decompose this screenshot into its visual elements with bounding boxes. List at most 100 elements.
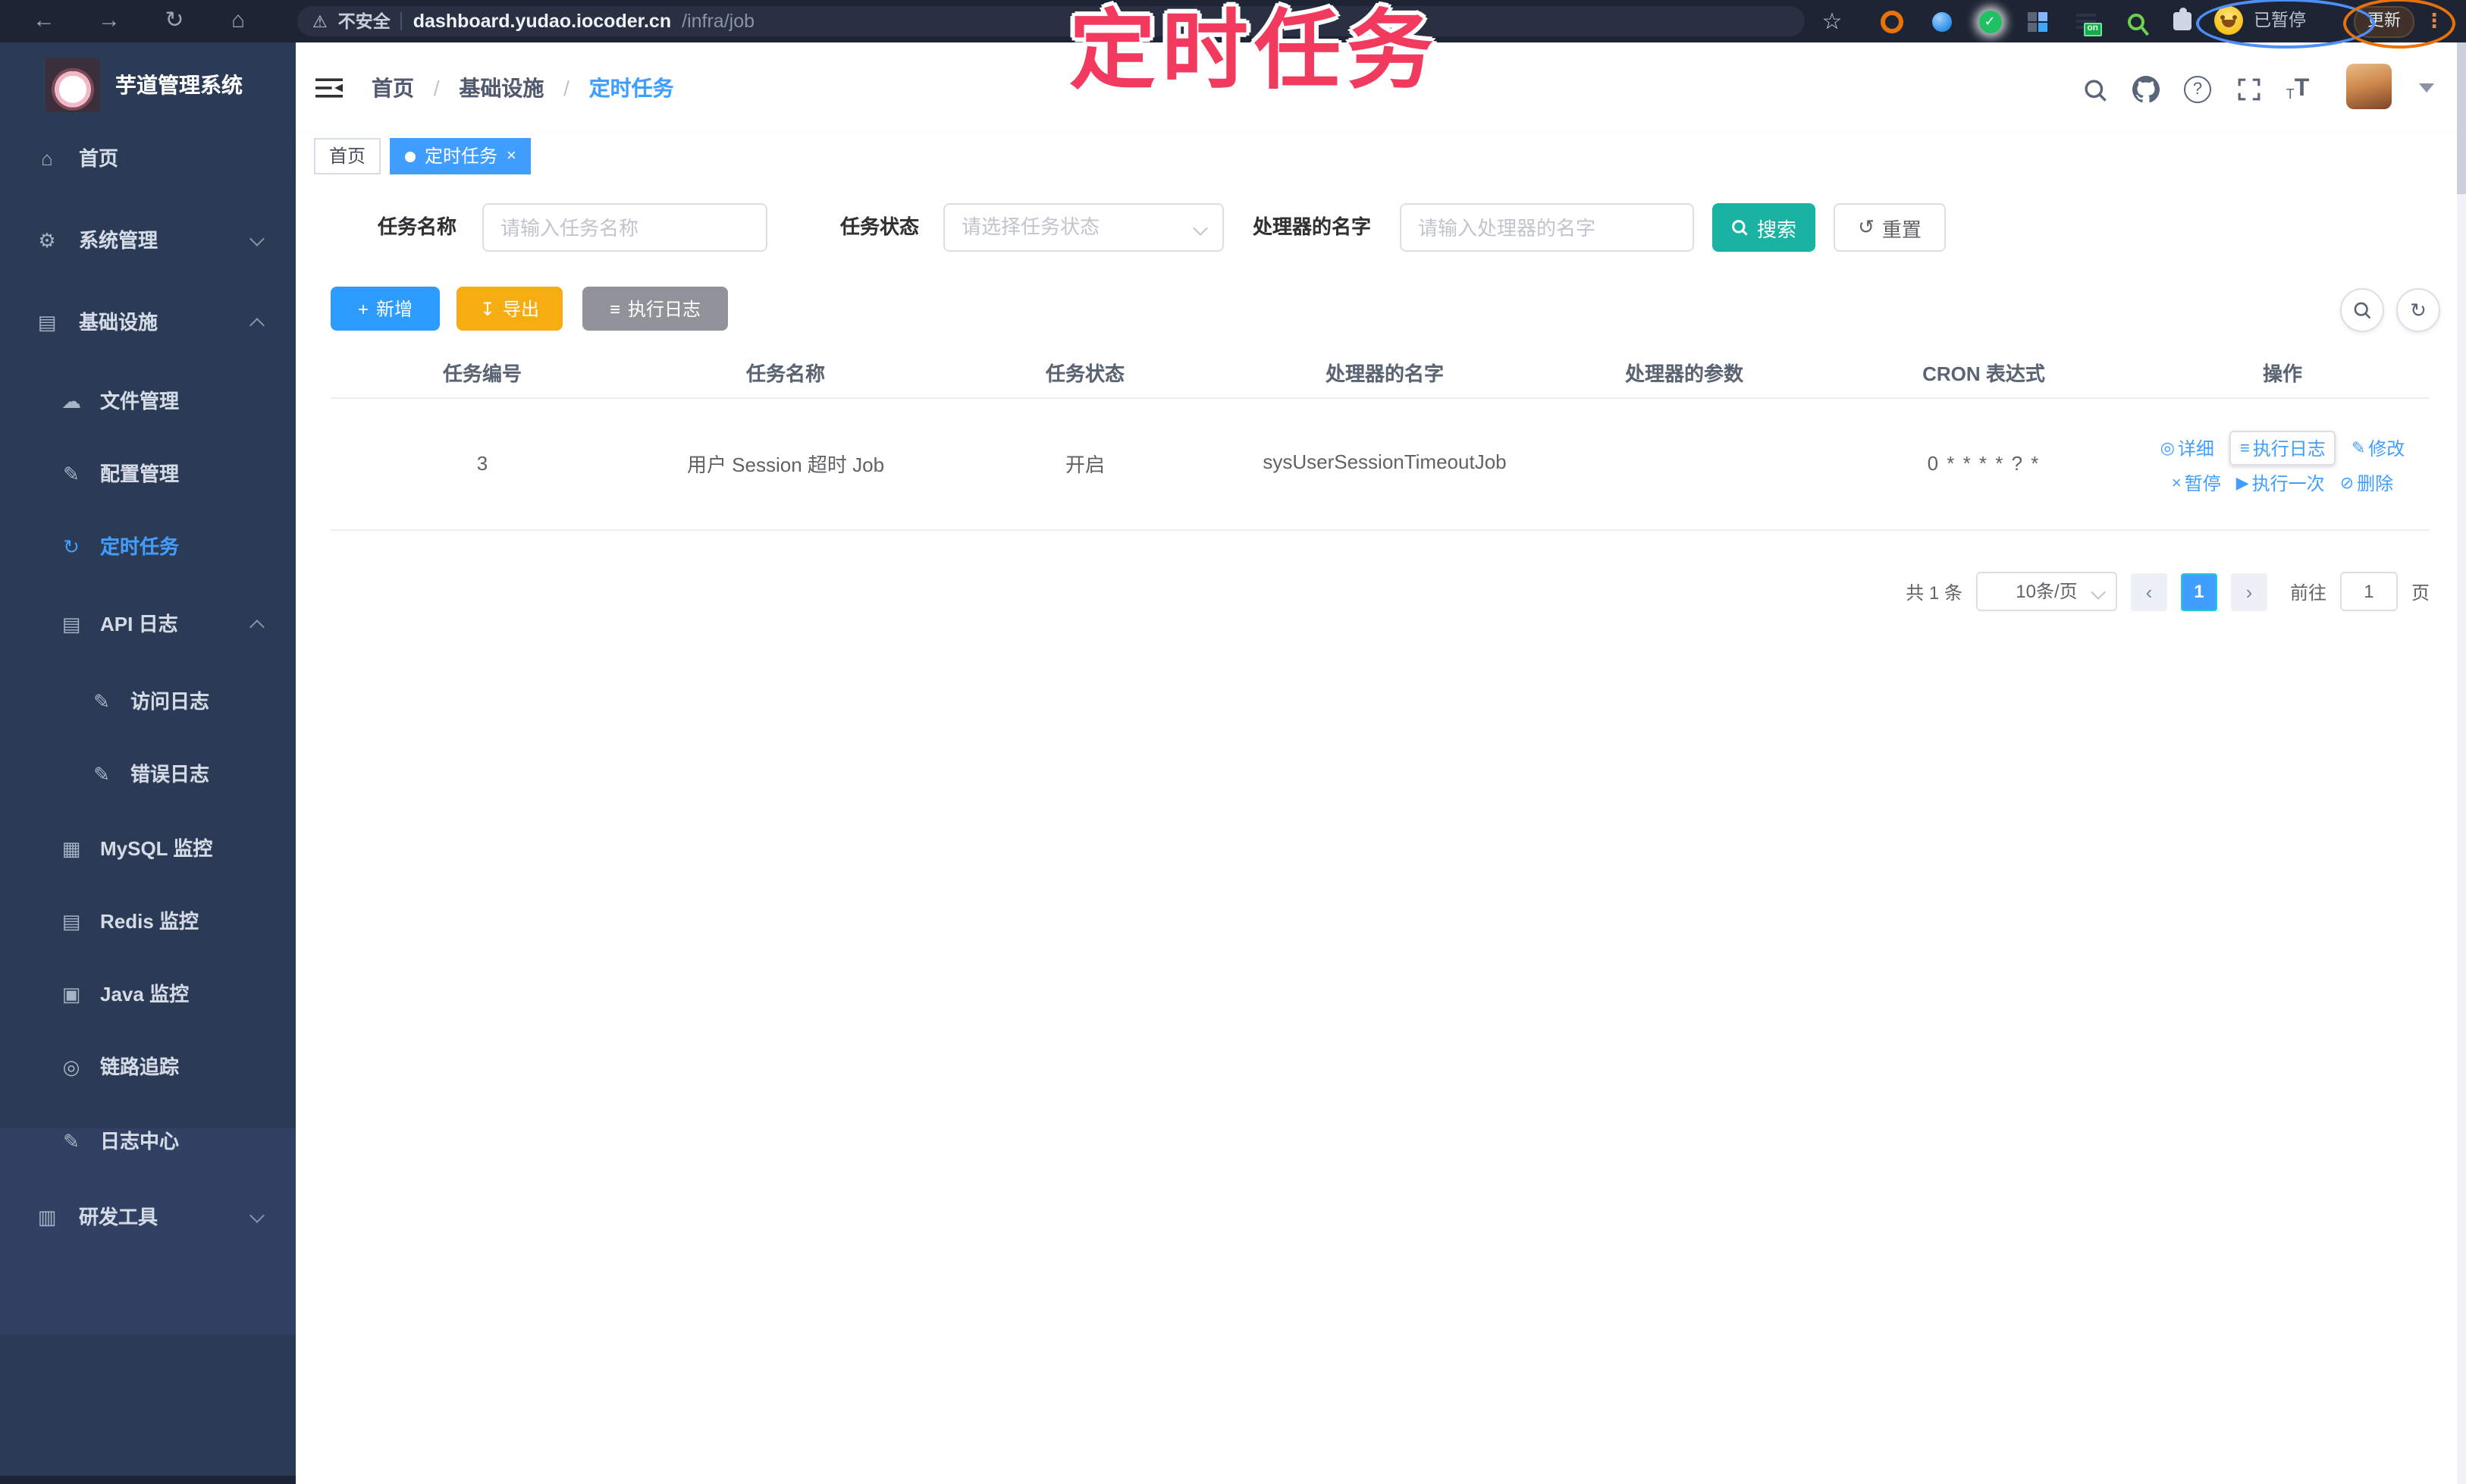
cloud-upload-icon: ☁ xyxy=(61,390,81,413)
search-icon xyxy=(1733,220,1749,236)
job-name-input[interactable] xyxy=(482,203,767,252)
help-icon[interactable]: ? xyxy=(2179,71,2216,108)
search-icon xyxy=(2354,302,2371,319)
bookmark-star-icon[interactable]: ☆ xyxy=(1818,8,1846,35)
sidebar-item-scheduled-job[interactable]: ↻ 定时任务 xyxy=(0,528,296,567)
next-page-button[interactable]: › xyxy=(2230,573,2267,610)
sidebar-item-trace[interactable]: ◎ 链路追踪 xyxy=(0,1048,296,1087)
sidebar: 芋道管理系统 ⌂ 首页 ⚙ 系统管理 ▤ 基础设施 ☁ 文件管理 ✎ 配置管理 … xyxy=(0,42,296,1484)
toggle-search-button[interactable] xyxy=(2340,288,2384,332)
chevron-down-icon xyxy=(249,1208,265,1223)
exec-log-button[interactable]: ≡ 执行日志 xyxy=(582,287,728,331)
list-icon: ≡ xyxy=(609,298,620,319)
table-row[interactable]: 3 用户 Session 超时 Job 开启 sysUserSessionTim… xyxy=(331,397,2430,531)
sidebar-item-api-log[interactable]: ▤ API 日志 xyxy=(0,605,296,645)
sidebar-item-access-log[interactable]: ✎ 访问日志 xyxy=(0,682,296,722)
github-icon[interactable] xyxy=(2128,71,2164,108)
sidebar-item-label: 研发工具 xyxy=(79,1206,158,1228)
sidebar-item-error-log[interactable]: ✎ 错误日志 xyxy=(0,755,296,795)
page-size-select[interactable]: 10条/页 xyxy=(1975,572,2117,611)
sidebar-item-file-manage[interactable]: ☁ 文件管理 xyxy=(0,382,296,422)
breadcrumb-infra[interactable]: 基础设施 xyxy=(459,76,544,100)
col-job-status: 任务状态 xyxy=(1045,362,1125,384)
reset-button[interactable]: ↺ 重置 xyxy=(1834,203,1946,252)
browser-menu-kebab-icon[interactable]: ⋮ xyxy=(2422,0,2446,42)
sidebar-item-redis-monitor[interactable]: ▤ Redis 监控 xyxy=(0,902,296,942)
action-delete[interactable]: ⊘ 删除 xyxy=(2340,470,2393,496)
extension-blue-drop-icon[interactable] xyxy=(1928,8,1955,35)
add-button[interactable]: + 新增 xyxy=(331,287,440,331)
collapse-sidebar-icon[interactable] xyxy=(315,76,343,100)
gear-icon: ⚙ xyxy=(38,229,56,252)
sidebar-item-label: 首页 xyxy=(79,147,119,170)
extension-list-icon[interactable]: on xyxy=(2072,8,2101,36)
current-page-button[interactable]: 1 xyxy=(2180,573,2217,610)
refresh-button[interactable]: ↻ xyxy=(2396,288,2440,332)
action-run-once[interactable]: ▶ 执行一次 xyxy=(2236,470,2325,496)
profile-emoji-avatar[interactable] xyxy=(2214,6,2243,35)
sidebar-item-label: 错误日志 xyxy=(130,763,210,786)
extension-key-icon[interactable] xyxy=(2122,8,2149,35)
sidebar-item-java-monitor[interactable]: ▣ Java 监控 xyxy=(0,975,296,1015)
action-pause[interactable]: × 暂停 xyxy=(2172,470,2221,496)
extension-orange-ring-icon[interactable] xyxy=(1878,8,1905,35)
omnibox-divider xyxy=(400,12,403,30)
sidebar-item-label: API 日志 xyxy=(100,613,178,635)
handler-name-label: 处理器的名字 xyxy=(1253,215,1372,238)
goto-label: 前往 xyxy=(2289,582,2326,603)
screenshot-stage: ← → ↻ ⌂ ⚠ 不安全 dashboard.yudao.iocoder.cn… xyxy=(0,0,2466,1484)
browser-home-icon[interactable]: ⌂ xyxy=(221,0,255,42)
fullscreen-icon[interactable] xyxy=(2231,71,2267,108)
sidebar-item-label: MySQL 监控 xyxy=(100,837,213,860)
job-status-select[interactable]: 请选择任务状态 xyxy=(943,203,1224,252)
tab-home[interactable]: 首页 xyxy=(314,138,381,174)
chevron-up-icon xyxy=(249,620,265,635)
avatar-caret-icon[interactable] xyxy=(2419,83,2434,93)
export-button[interactable]: ↧ 导出 xyxy=(456,287,563,331)
cell-cron: 0 * * * * ? * xyxy=(1927,452,2041,475)
extension-green-check-icon[interactable]: ✓ xyxy=(1976,8,2003,35)
sidebar-item-mysql-monitor[interactable]: ▦ MySQL 监控 xyxy=(0,830,296,869)
chrome-update-button[interactable]: 更新 xyxy=(2354,6,2414,38)
prev-page-button[interactable]: ‹ xyxy=(2130,573,2167,610)
sidebar-item-home[interactable]: ⌂ 首页 xyxy=(0,140,296,179)
sidebar-item-label: 系统管理 xyxy=(79,229,158,252)
tab-scheduled-job[interactable]: 定时任务 × xyxy=(390,138,532,174)
close-icon[interactable]: × xyxy=(507,140,516,173)
search-button[interactable]: 搜索 xyxy=(1712,203,1815,252)
extension-grid-icon[interactable] xyxy=(2023,8,2050,35)
col-actions: 操作 xyxy=(2262,362,2302,384)
user-avatar[interactable] xyxy=(2346,64,2392,109)
browser-reload-icon[interactable]: ↻ xyxy=(158,0,191,42)
sidebar-item-system[interactable]: ⚙ 系统管理 xyxy=(0,221,296,261)
chevron-down-icon xyxy=(249,231,265,246)
search-icon[interactable] xyxy=(2076,71,2113,108)
scrollbar-track[interactable] xyxy=(2457,42,2466,1484)
page-suffix-label: 页 xyxy=(2411,582,2430,603)
action-detail[interactable]: ◎ 详细 xyxy=(2160,435,2214,461)
action-exec-log[interactable]: ≡ 执行日志 xyxy=(2229,431,2336,466)
handler-name-input[interactable] xyxy=(1400,203,1694,252)
browser-forward-icon[interactable]: → xyxy=(93,0,126,42)
sidebar-item-config-manage[interactable]: ✎ 配置管理 xyxy=(0,455,296,494)
app-logo[interactable]: 芋道管理系统 xyxy=(45,58,243,112)
goto-page-input[interactable] xyxy=(2339,572,2398,611)
extensions-puzzle-icon[interactable] xyxy=(2169,8,2196,35)
font-size-icon[interactable]: TT xyxy=(2279,71,2316,108)
browser-back-icon[interactable]: ← xyxy=(27,0,61,42)
refresh-icon: ↻ xyxy=(2410,298,2427,321)
chevron-down-icon xyxy=(2091,585,2106,600)
sidebar-item-log-center[interactable]: ✎ 日志中心 xyxy=(0,1122,296,1162)
col-job-name: 任务名称 xyxy=(745,362,825,384)
tab-label: 首页 xyxy=(329,146,366,167)
handler-text: sysUserSessionTimeoutJob xyxy=(1263,450,1507,474)
reset-button-label: 重置 xyxy=(1881,218,1922,240)
job-name-label: 任务名称 xyxy=(378,215,457,238)
breadcrumb-separator: / xyxy=(433,76,440,100)
sidebar-item-devtools[interactable]: ▥ 研发工具 xyxy=(0,1198,296,1238)
breadcrumb-home[interactable]: 首页 xyxy=(372,76,414,100)
action-edit[interactable]: ✎ 修改 xyxy=(2351,435,2405,461)
sidebar-item-infra[interactable]: ▤ 基础设施 xyxy=(0,303,296,343)
scrollbar-thumb[interactable] xyxy=(2457,42,2466,194)
tags-view-bar: 首页 定时任务 × xyxy=(296,133,2457,179)
